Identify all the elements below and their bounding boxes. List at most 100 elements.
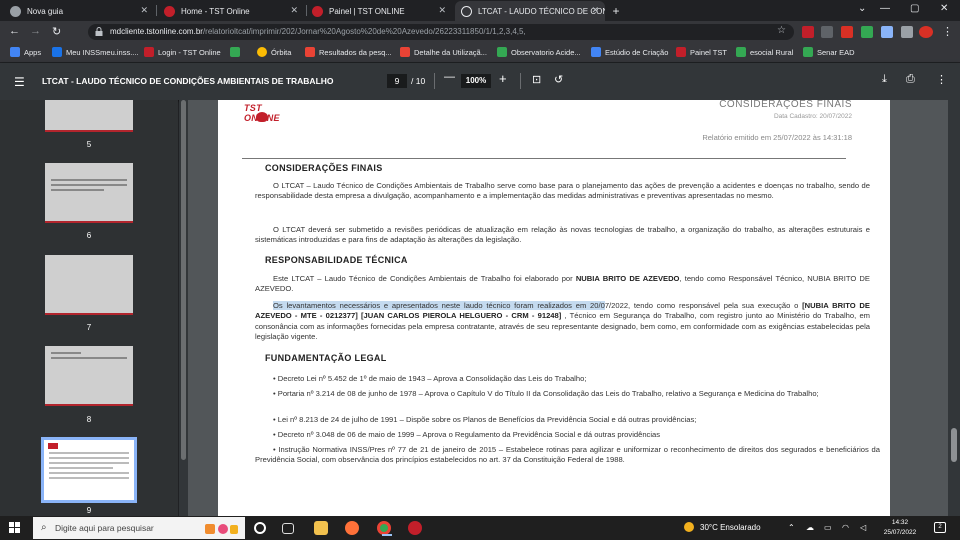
fit-page-icon[interactable]: ⊡: [532, 73, 541, 86]
header-date: Data Cadastro: 20/07/2022: [773, 113, 852, 120]
tst-favicon-icon: [312, 5, 323, 17]
bookmark-login-tst[interactable]: Login - TST Online: [144, 47, 221, 57]
search-placeholder: Digite aqui para pesquisar: [55, 523, 154, 533]
globe-icon: [461, 5, 472, 17]
zoom-in-button[interactable]: +: [499, 71, 507, 86]
tab-home-tst[interactable]: Home - TST Online ✕: [158, 1, 304, 21]
bookmark-detalhe[interactable]: Detalhe da Utilizaçã...: [400, 47, 487, 57]
tab-label: LTCAT - LAUDO TÉCNICO DE CON: [478, 6, 605, 16]
pdf-viewport: TST ONLINE CONSIDERAÇÕES FINAIS Data Cad…: [188, 100, 948, 516]
list-item: • Portaria nº 3.214 de 08 de junho de 19…: [273, 389, 819, 398]
tab-painel-tst[interactable]: Painel | TST ONLINE ✕: [306, 1, 452, 21]
sidebar-scrollbar[interactable]: [179, 100, 188, 516]
battery-icon[interactable]: ▭: [824, 523, 832, 532]
extension-green-icon[interactable]: [861, 26, 873, 38]
section-title: FUNDAMENTAÇÃO LEGAL: [265, 353, 387, 363]
thumbnail-sidebar: 5 6 7 8 9: [0, 100, 178, 516]
bookmark-unnamed[interactable]: [230, 47, 244, 57]
thumbnail-page-8[interactable]: [45, 346, 133, 406]
rotate-icon[interactable]: ↺: [554, 73, 563, 86]
notification-center-icon[interactable]: 2: [934, 522, 946, 533]
bookmark-meu-inss[interactable]: Meu INSSmeu.inss....: [52, 47, 139, 57]
selected-text: Os levantamentos necessários e apresenta…: [273, 301, 605, 310]
sun-icon: [684, 522, 694, 532]
url-text: mdcliente.tstonline.com.br/relatorioltca…: [110, 27, 526, 36]
list-item: • Instrução Normativa INSS/Pres nº 77 de…: [255, 445, 880, 465]
task-view-icon[interactable]: [282, 523, 294, 534]
back-button[interactable]: ←: [9, 25, 20, 37]
clock[interactable]: 14:32 25/07/2022: [880, 518, 920, 538]
bookmark-apps[interactable]: Apps: [10, 47, 41, 57]
page-total: / 10: [411, 76, 426, 86]
pdf-page: TST ONLINE CONSIDERAÇÕES FINAIS Data Cad…: [218, 100, 890, 516]
new-tab-button[interactable]: +: [608, 3, 624, 19]
tab-ltcat[interactable]: LTCAT - LAUDO TÉCNICO DE CON ✕: [455, 1, 605, 21]
reading-list-icon[interactable]: [901, 26, 913, 38]
cortana-icon[interactable]: [254, 522, 266, 534]
thumbnail-number: 9: [86, 506, 92, 515]
chrome-icon[interactable]: [377, 521, 392, 536]
thumbnail-page-9[interactable]: [41, 437, 137, 503]
thumbnail-page-5[interactable]: [45, 100, 133, 132]
close-icon[interactable]: ✕: [290, 5, 298, 16]
file-explorer-icon[interactable]: [314, 521, 328, 535]
forward-button[interactable]: →: [30, 25, 41, 37]
search-icon: ⌕: [41, 522, 47, 533]
firefox-icon[interactable]: [345, 521, 359, 535]
tab-label: Painel | TST ONLINE: [329, 6, 405, 16]
page-number-input[interactable]: 9: [387, 74, 407, 88]
bookmark-observatorio[interactable]: Observatorio Acide...: [497, 47, 581, 57]
section-title: RESPONSABILIDADE TÉCNICA: [265, 255, 408, 265]
tab-nova-guia[interactable]: Nova guia ✕: [4, 1, 154, 21]
close-icon[interactable]: ✕: [591, 5, 599, 16]
minimize-button[interactable]: —: [880, 3, 890, 14]
chevron-up-icon[interactable]: ⌃: [788, 523, 795, 532]
hamburger-menu-icon[interactable]: ☰: [14, 75, 25, 89]
bookmark-esocial[interactable]: esocial Rural: [736, 47, 793, 57]
document-scrollbar[interactable]: [948, 100, 960, 516]
zoom-input[interactable]: 100%: [461, 74, 491, 88]
bookmark-star-icon[interactable]: ☆: [777, 25, 786, 36]
bookmark-painel-tst[interactable]: Painel TST: [676, 47, 727, 57]
windows-start-icon[interactable]: [9, 522, 21, 534]
download-icon[interactable]: ⤓: [882, 73, 887, 86]
extension-icon[interactable]: [821, 26, 833, 38]
esocial-icon: [736, 47, 746, 57]
inss-icon: [52, 47, 62, 57]
print-icon[interactable]: ⎙: [906, 73, 915, 86]
more-options-icon[interactable]: ⋮: [936, 73, 947, 86]
reload-button[interactable]: ↻: [52, 25, 61, 38]
header-report-time: Relatório emitido em 25/07/2022 às 14:31…: [702, 133, 852, 142]
bookmark-resultados[interactable]: Resultados da pesq...: [305, 47, 392, 57]
maximize-button[interactable]: ▢: [910, 3, 919, 14]
kebab-menu-icon[interactable]: ⋮: [942, 25, 953, 38]
tst-app-icon[interactable]: [408, 521, 422, 535]
thumbnail-page-6[interactable]: [45, 163, 133, 223]
address-bar[interactable]: mdcliente.tstonline.com.br/relatorioltca…: [88, 24, 794, 40]
thumbnail-page-7[interactable]: [45, 255, 133, 315]
section-title: CONSIDERAÇÕES FINAIS: [265, 163, 383, 173]
avatar[interactable]: [919, 26, 933, 38]
puzzle-icon[interactable]: [881, 26, 893, 38]
tab-search-icon[interactable]: ⌄: [858, 3, 866, 14]
close-icon[interactable]: ✕: [438, 5, 446, 16]
search-highlight-illustration-icon: [205, 524, 238, 534]
bookmark-orbita[interactable]: Órbita: [257, 47, 291, 57]
paragraph: Os levantamentos necessários e apresenta…: [255, 301, 870, 341]
list-item: • Decreto Lei nº 5.452 de 1º de maio de …: [273, 374, 587, 383]
orbita-icon: [257, 47, 267, 57]
close-window-button[interactable]: ✕: [940, 3, 948, 14]
paragraph: O LTCAT deverá ser submetido a revisões …: [255, 225, 870, 245]
zoom-out-button[interactable]: —: [444, 71, 455, 83]
taskbar-search[interactable]: ⌕ Digite aqui para pesquisar: [33, 517, 245, 539]
tst-icon: [144, 47, 154, 57]
extension-red-icon[interactable]: [841, 26, 853, 38]
extension-pdf-icon[interactable]: [802, 26, 814, 38]
bookmark-estudio[interactable]: Estúdio de Criação: [591, 47, 668, 57]
bookmark-senar[interactable]: Senar EAD: [803, 47, 855, 57]
weather-widget[interactable]: 30°C Ensolarado: [684, 522, 761, 532]
volume-icon[interactable]: ◁: [860, 523, 866, 532]
onedrive-icon[interactable]: ☁: [806, 523, 814, 532]
close-icon[interactable]: ✕: [140, 5, 148, 16]
wifi-icon[interactable]: ◠: [842, 523, 849, 532]
